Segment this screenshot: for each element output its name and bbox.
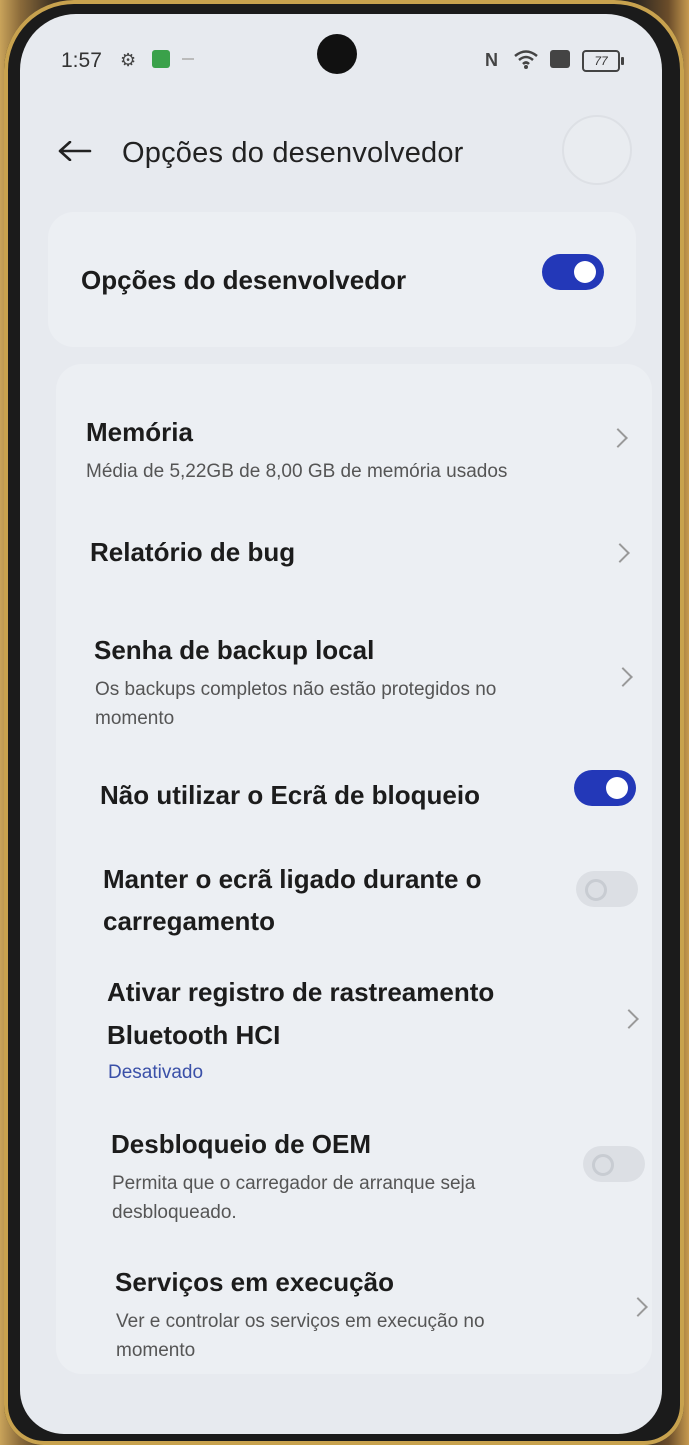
toggle-knob [592, 1154, 614, 1176]
page-title: Opções do desenvolvedor [122, 137, 464, 169]
setting-bluetooth-hci-status: Desativado [108, 1062, 204, 1083]
setting-stay-awake-title-line2: carregamento [103, 906, 275, 936]
setting-bug-report[interactable]: Relatório de bug [56, 534, 652, 594]
setting-bug-report-title: Relatório de bug [90, 537, 296, 567]
setting-bluetooth-hci-title-line1: Ativar registro de rastreamento [107, 977, 495, 1007]
setting-backup-password-subtitle-line2: momento [95, 708, 175, 729]
app-header: Opções do desenvolvedor [20, 109, 662, 199]
back-arrow-icon[interactable] [58, 141, 92, 161]
setting-bluetooth-hci[interactable]: Ativar registro de rastreamento Bluetoot… [56, 974, 652, 1084]
status-bar: 1:57 ⚙ N 77 [20, 14, 662, 104]
stay-awake-toggle[interactable] [576, 871, 638, 907]
setting-running-services-title: Serviços em execução [115, 1267, 394, 1297]
sim-icon [550, 50, 570, 68]
chevron-right-icon [608, 428, 628, 448]
toggle-knob [606, 777, 628, 799]
chevron-right-icon [610, 543, 630, 563]
setting-running-services[interactable]: Serviços em execução Ver e controlar os … [56, 1264, 652, 1364]
chevron-right-icon [619, 1009, 639, 1029]
setting-backup-password-subtitle-line1: Os backups completos não estão protegido… [95, 679, 497, 700]
green-app-icon [152, 50, 170, 68]
setting-stay-awake-title-line1: Manter o ecrã ligado durante o [103, 864, 482, 894]
no-lock-screen-toggle[interactable] [574, 770, 636, 806]
setting-no-lock-screen[interactable]: Não utilizar o Ecrã de bloqueio [56, 770, 652, 837]
setting-memory[interactable]: Memória Média de 5,22GB de 8,00 GB de me… [56, 414, 652, 504]
battery-level: 77 [594, 54, 608, 68]
setting-stay-awake[interactable]: Manter o ecrã ligado durante o carregame… [56, 861, 652, 941]
setting-backup-password[interactable]: Senha de backup local Os backups complet… [56, 632, 652, 732]
front-camera [317, 34, 357, 74]
screen: 1:57 ⚙ N 77 Opções do desenvolvedor Opçõ… [20, 14, 662, 1434]
chevron-right-icon [613, 667, 633, 687]
setting-oem-unlock-subtitle-line2: desbloqueado. [112, 1202, 237, 1223]
chevron-right-icon [628, 1297, 648, 1317]
master-toggle-label: Opções do desenvolvedor [81, 265, 407, 295]
setting-backup-password-title: Senha de backup local [94, 635, 375, 665]
toggle-knob [574, 261, 596, 283]
oem-unlock-toggle[interactable] [583, 1146, 645, 1182]
wifi-icon [514, 50, 538, 69]
setting-no-lock-screen-title: Não utilizar o Ecrã de bloqueio [100, 780, 480, 810]
nfc-icon: N [485, 50, 498, 70]
setting-oem-unlock-subtitle-line1: Permita que o carregador de arranque sej… [112, 1173, 476, 1194]
master-toggle-card[interactable]: Opções do desenvolvedor [48, 212, 636, 347]
setting-oem-unlock-title: Desbloqueio de OEM [111, 1129, 372, 1159]
battery-icon: 77 [582, 50, 624, 72]
settings-gear-icon: ⚙ [120, 50, 137, 70]
status-dash-icon [182, 58, 194, 60]
settings-list: Memória Média de 5,22GB de 8,00 GB de me… [56, 364, 652, 1374]
status-time: 1:57 [61, 49, 102, 72]
setting-memory-subtitle: Média de 5,22GB de 8,00 GB de memória us… [86, 461, 508, 482]
setting-bluetooth-hci-title-line2: Bluetooth HCI [107, 1020, 281, 1050]
toggle-knob [585, 879, 607, 901]
floating-circle-button[interactable] [562, 115, 632, 185]
setting-oem-unlock[interactable]: Desbloqueio de OEM Permita que o carrega… [56, 1126, 652, 1226]
setting-running-services-subtitle-line1: Ver e controlar os serviços em execução … [116, 1311, 485, 1332]
master-toggle-switch[interactable] [542, 254, 604, 290]
setting-running-services-subtitle-line2: momento [116, 1340, 196, 1361]
setting-memory-title: Memória [86, 417, 193, 447]
